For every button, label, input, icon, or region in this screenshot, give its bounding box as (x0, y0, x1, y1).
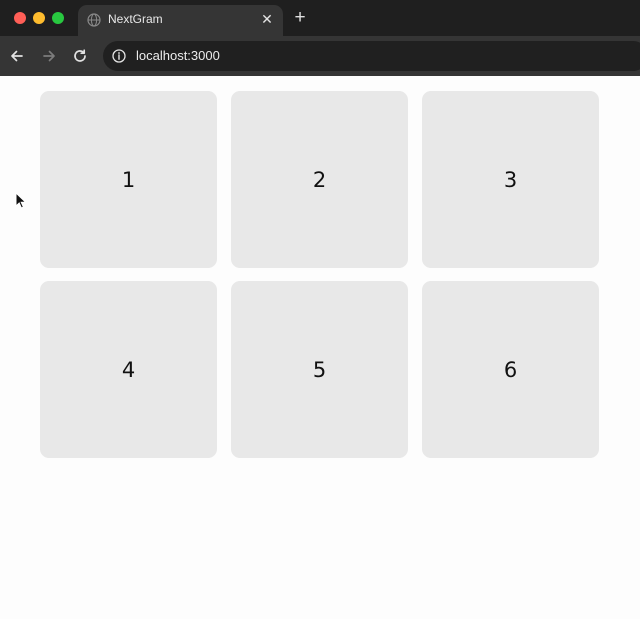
close-icon[interactable]: ✕ (259, 11, 275, 27)
window-minimize-button[interactable] (33, 12, 45, 24)
card-label: 2 (312, 167, 327, 192)
mouse-cursor-icon (15, 192, 27, 209)
arrow-right-icon[interactable] (39, 46, 59, 66)
photo-card-5[interactable]: 5 (231, 281, 408, 458)
info-icon[interactable] (112, 49, 126, 63)
photo-card-3[interactable]: 3 (422, 91, 599, 268)
address-bar[interactable]: localhost:3000 (103, 41, 640, 71)
window-close-button[interactable] (14, 12, 26, 24)
url-text: localhost:3000 (136, 48, 220, 63)
page-content: 1 2 3 4 5 6 (0, 76, 640, 619)
card-label: 4 (121, 357, 136, 382)
card-label: 6 (503, 357, 518, 382)
reload-icon[interactable] (70, 46, 90, 66)
card-label: 1 (121, 167, 136, 192)
browser-window: NextGram ✕ + localhost:3000 1 2 3 4 5 6 (0, 0, 640, 619)
window-maximize-button[interactable] (52, 12, 64, 24)
globe-icon (87, 13, 101, 27)
card-label: 3 (503, 167, 518, 192)
photo-grid: 1 2 3 4 5 6 (40, 91, 600, 458)
tab-title: NextGram (108, 12, 163, 26)
plus-icon[interactable]: + (290, 8, 310, 28)
arrow-left-icon[interactable] (7, 46, 27, 66)
photo-card-2[interactable]: 2 (231, 91, 408, 268)
tab-nextgram[interactable]: NextGram ✕ (78, 5, 283, 36)
photo-card-6[interactable]: 6 (422, 281, 599, 458)
tab-bar: NextGram ✕ + (0, 0, 640, 36)
card-label: 5 (312, 357, 327, 382)
photo-card-1[interactable]: 1 (40, 91, 217, 268)
photo-card-4[interactable]: 4 (40, 281, 217, 458)
toolbar: localhost:3000 (0, 36, 640, 76)
